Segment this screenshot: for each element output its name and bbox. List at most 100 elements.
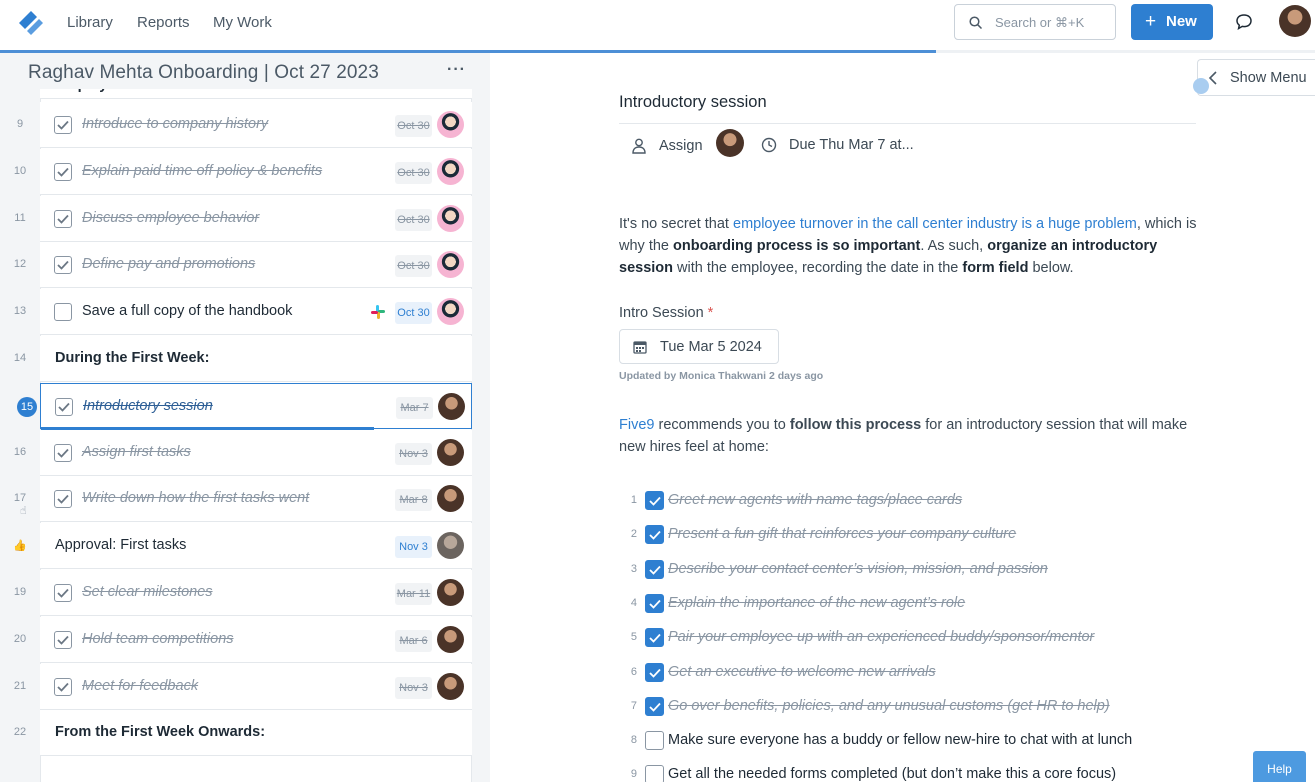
- user-avatar[interactable]: [1279, 5, 1311, 37]
- task-checkbox[interactable]: [54, 303, 72, 322]
- comments-icon[interactable]: [1234, 12, 1254, 32]
- task-checkbox[interactable]: [54, 443, 72, 462]
- assignee-avatar[interactable]: [716, 129, 744, 157]
- task-row[interactable]: 21 Meet for feedback Nov 3: [14, 663, 472, 710]
- person-icon[interactable]: [632, 138, 646, 154]
- assignee-avatar[interactable]: [437, 157, 464, 185]
- task-due-date[interactable]: Mar 7: [396, 396, 433, 419]
- checklist-checkbox[interactable]: [645, 696, 664, 716]
- checklist-checkbox[interactable]: [645, 559, 664, 579]
- task-list-panel: 8 Employee Handbook: 9 Introduce to comp…: [0, 53, 490, 782]
- task-title: Introductory session: [619, 93, 767, 111]
- task-checkbox[interactable]: [54, 630, 72, 649]
- nav-library-link[interactable]: Library: [67, 14, 113, 31]
- slack-icon[interactable]: [370, 304, 386, 320]
- task-row[interactable]: 12 Define pay and promotions Oct 30: [14, 242, 472, 289]
- task-row[interactable]: 17 ☝ Write down how the first tasks went …: [14, 476, 472, 523]
- search-placeholder: Search or ⌘+K: [995, 15, 1085, 30]
- checklist-number: 4: [630, 596, 637, 609]
- intro-session-date-field[interactable]: Tue Mar 5 2024: [619, 329, 779, 364]
- task-due-date[interactable]: Nov 3: [395, 442, 432, 465]
- task-checkbox[interactable]: [54, 584, 72, 602]
- checklist-text: Get all the needed forms completed (but …: [668, 766, 1117, 782]
- task-due-date[interactable]: Oct 30: [395, 115, 432, 137]
- checklist-checkbox[interactable]: [645, 525, 664, 545]
- row-number: 9: [16, 118, 24, 130]
- checklist-text: Present a fun gift that reinforces your …: [668, 526, 1017, 543]
- tour-hotspot-dot[interactable]: [1193, 78, 1209, 94]
- checklist-checkbox[interactable]: [645, 593, 664, 613]
- checklist-checkbox[interactable]: [645, 491, 664, 510]
- heading-text: From the First Week Onwards:: [55, 724, 266, 741]
- assignee-avatar[interactable]: [437, 298, 464, 326]
- task-heading-row[interactable]: 22 From the First Week Onwards:: [14, 710, 472, 757]
- task-due-date[interactable]: Oct 30: [395, 255, 432, 278]
- task-due-date[interactable]: Mar 11: [395, 583, 432, 605]
- task-due-date[interactable]: Oct 30: [395, 161, 432, 184]
- task-due-date[interactable]: Mar 6: [395, 629, 432, 652]
- assignee-avatar[interactable]: [437, 579, 464, 606]
- checklist-item: 2 Present a fun gift that reinforces you…: [620, 523, 1220, 547]
- assignee-avatar[interactable]: [437, 485, 464, 513]
- checklist-checkbox[interactable]: [645, 765, 664, 782]
- new-button[interactable]: + New: [1131, 4, 1213, 40]
- task-row[interactable]: 10 Explain paid time off policy & benefi…: [14, 148, 472, 195]
- task-due-date[interactable]: Oct 30: [395, 302, 432, 325]
- top-navigation-bar: Library Reports My Work Search or ⌘+K + …: [0, 0, 1315, 52]
- task-checkbox[interactable]: [54, 677, 72, 696]
- help-button[interactable]: Help: [1253, 751, 1306, 782]
- task-row[interactable]: 11 Discuss employee behavior Oct 30: [14, 195, 472, 242]
- more-options-icon[interactable]: ···: [447, 61, 466, 79]
- checklist-checkbox[interactable]: [645, 628, 664, 648]
- assignee-avatar[interactable]: [437, 204, 464, 232]
- required-mark: *: [707, 305, 714, 321]
- nav-my-work-link[interactable]: My Work: [213, 14, 272, 31]
- row-number: 19: [13, 586, 27, 598]
- task-row[interactable]: 19 Set clear milestones Mar 11: [14, 570, 472, 616]
- assignee-avatar[interactable]: [438, 392, 465, 420]
- clock-icon[interactable]: [761, 137, 777, 153]
- checklist-number: 1: [630, 494, 637, 506]
- nav-reports-link[interactable]: Reports: [137, 14, 190, 31]
- task-checkbox[interactable]: [54, 209, 72, 228]
- task-checkbox[interactable]: [54, 116, 72, 134]
- assignee-avatar[interactable]: [437, 532, 464, 560]
- field-label-text: Intro Session: [619, 305, 704, 321]
- assign-button[interactable]: Assign: [659, 138, 703, 154]
- task-checkbox[interactable]: [54, 162, 72, 181]
- checklist-number: 8: [630, 734, 637, 747]
- show-menu-button[interactable]: Show Menu: [1197, 59, 1315, 96]
- task-row[interactable]: 13 Save a full copy of the handbook Oct …: [14, 289, 472, 336]
- workflow-title: Raghav Mehta Onboarding | Oct 27 2023: [28, 62, 379, 83]
- checklist-number: 9: [630, 768, 637, 781]
- task-row[interactable]: 16 Assign first tasks Nov 3: [14, 429, 472, 476]
- task-due-date[interactable]: Mar 8: [395, 489, 432, 512]
- search-input[interactable]: Search or ⌘+K: [954, 4, 1116, 40]
- turnover-article-link[interactable]: employee turnover in the call center ind…: [733, 216, 1137, 232]
- task-checkbox[interactable]: [55, 397, 73, 416]
- assignee-avatar[interactable]: [437, 251, 464, 279]
- task-due-date[interactable]: Oct 30: [395, 208, 432, 231]
- assignee-avatar[interactable]: [437, 111, 464, 138]
- approval-task-row[interactable]: 👍 Approval: First tasks Nov 3: [13, 523, 472, 570]
- checklist-checkbox[interactable]: [645, 662, 664, 682]
- task-heading-row[interactable]: 14 During the First Week:: [14, 336, 472, 382]
- assignee-avatar[interactable]: [437, 672, 464, 700]
- checklist-checkbox[interactable]: [645, 731, 664, 751]
- assignee-avatar[interactable]: [437, 438, 464, 466]
- task-due-date[interactable]: Nov 3: [395, 536, 432, 559]
- task-row[interactable]: 9 Introduce to company history Oct 30: [17, 102, 472, 148]
- app-logo-icon[interactable]: [17, 8, 45, 36]
- due-date-button[interactable]: Due Thu Mar 7 at...: [789, 137, 914, 153]
- description-text: with the employee, recording the date in…: [673, 260, 963, 276]
- task-text: Introduce to company history: [82, 116, 269, 132]
- task-checkbox[interactable]: [54, 256, 72, 275]
- task-checkbox[interactable]: [54, 490, 72, 509]
- row-number: 12: [13, 258, 27, 271]
- checklist-text: Make sure everyone has a buddy or fellow…: [668, 732, 1133, 749]
- task-row[interactable]: 20 Hold team competitions Mar 6: [14, 616, 472, 663]
- assignee-avatar[interactable]: [437, 625, 464, 653]
- task-row[interactable]: 15 Introductory session Mar 7: [17, 382, 472, 430]
- five9-link[interactable]: Five9: [619, 417, 654, 433]
- task-due-date[interactable]: Nov 3: [395, 676, 432, 699]
